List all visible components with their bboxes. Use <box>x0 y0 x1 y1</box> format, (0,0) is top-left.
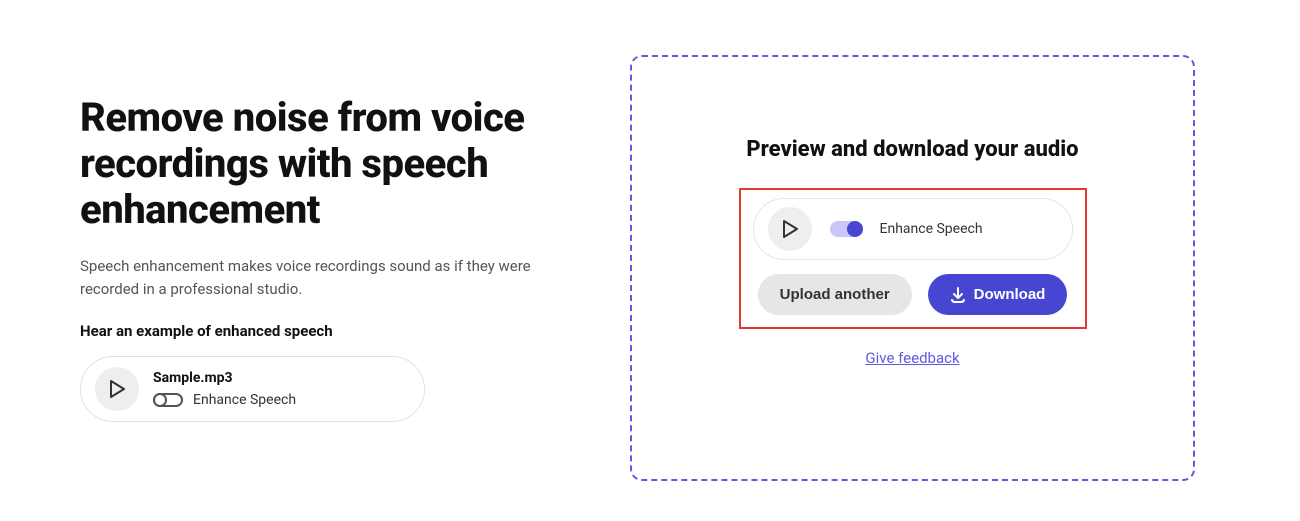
download-icon <box>950 287 966 303</box>
give-feedback-link[interactable]: Give feedback <box>865 349 959 367</box>
preview-enhance-toggle[interactable] <box>830 221 862 237</box>
upload-another-button[interactable]: Upload another <box>758 274 912 315</box>
play-icon <box>109 380 125 398</box>
page-title: Remove noise from voice recordings with … <box>80 95 570 233</box>
button-row: Upload another Download <box>753 274 1073 315</box>
sample-info: Sample.mp3 Enhance Speech <box>153 370 296 408</box>
preview-play-button[interactable] <box>768 207 812 251</box>
preview-panel: Preview and download your audio Enhance … <box>630 55 1195 481</box>
left-column: Remove noise from voice recordings with … <box>80 55 570 481</box>
download-button[interactable]: Download <box>928 274 1068 315</box>
sample-toggle-label: Enhance Speech <box>193 392 296 408</box>
sample-enhance-toggle[interactable] <box>153 393 183 407</box>
upload-another-label: Upload another <box>780 286 890 303</box>
download-label: Download <box>974 286 1046 303</box>
preview-audio-card: Enhance Speech <box>753 198 1073 260</box>
sample-play-button[interactable] <box>95 367 139 411</box>
example-heading: Hear an example of enhanced speech <box>80 322 570 340</box>
play-icon <box>782 220 798 238</box>
sample-audio-card: Sample.mp3 Enhance Speech <box>80 356 425 422</box>
preview-toggle-label: Enhance Speech <box>880 221 983 237</box>
page-description: Speech enhancement makes voice recording… <box>80 255 550 300</box>
preview-title: Preview and download your audio <box>746 137 1078 162</box>
highlight-box: Enhance Speech Upload another Download <box>739 188 1087 329</box>
sample-filename: Sample.mp3 <box>153 370 296 386</box>
sample-toggle-row: Enhance Speech <box>153 392 296 408</box>
